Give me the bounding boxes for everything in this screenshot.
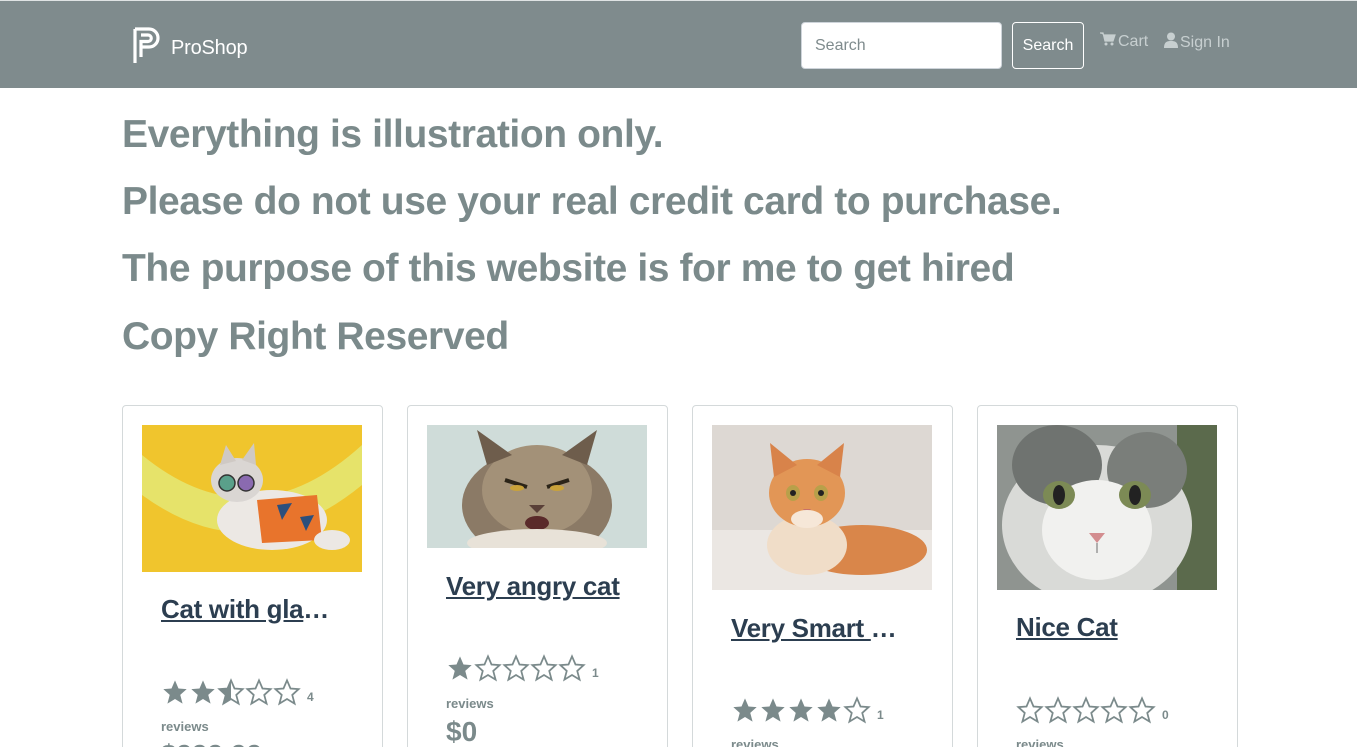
star-empty-icon — [1016, 696, 1044, 729]
notice-heading: Copy Right Reserved — [122, 315, 509, 358]
product-rating: 4 — [161, 678, 314, 711]
star-full-icon — [815, 696, 843, 729]
sign-in-link[interactable]: Sign In — [1164, 32, 1230, 53]
product-title-link[interactable]: Very angry cat — [446, 571, 626, 602]
search-input[interactable] — [801, 22, 1002, 69]
reviews-label: reviews — [161, 719, 209, 734]
brand-link[interactable]: ProShop — [133, 27, 248, 70]
product-card: Very angry cat 1 reviews $0 — [407, 405, 668, 747]
product-title-link[interactable]: Nice Cat — [1016, 612, 1196, 643]
product-card: Cat with glasses 4 reviews $999.99 — [122, 405, 383, 747]
product-card: Very Smart Cat 1 reviews — [692, 405, 953, 747]
product-image[interactable] — [142, 425, 362, 572]
product-card: Nice Cat 0 reviews — [977, 405, 1238, 747]
star-empty-icon — [474, 654, 502, 687]
user-icon — [1164, 32, 1178, 53]
product-image[interactable] — [427, 425, 647, 548]
star-empty-icon — [843, 696, 871, 729]
product-title-link[interactable]: Cat with glasses — [161, 594, 341, 625]
star-full-icon — [446, 654, 474, 687]
star-empty-icon — [502, 654, 530, 687]
sign-in-label: Sign In — [1180, 33, 1230, 51]
product-rating: 1 — [731, 696, 884, 729]
product-image[interactable] — [997, 425, 1217, 590]
cart-label: Cart — [1118, 32, 1149, 50]
star-full-icon — [759, 696, 787, 729]
star-half-icon — [217, 678, 245, 711]
brand-name: ProShop — [171, 37, 248, 59]
star-empty-icon — [1128, 696, 1156, 729]
product-image[interactable] — [712, 425, 932, 590]
star-full-icon — [161, 678, 189, 711]
notice-heading: Everything is illustration only. — [122, 113, 664, 156]
star-empty-icon — [558, 654, 586, 687]
star-empty-icon — [530, 654, 558, 687]
cart-link[interactable]: Cart — [1100, 32, 1148, 51]
star-empty-icon — [1100, 696, 1128, 729]
review-count: 0 — [1162, 707, 1169, 722]
star-empty-icon — [273, 678, 301, 711]
review-count: 4 — [307, 689, 314, 704]
product-rating: 0 — [1016, 696, 1169, 729]
star-full-icon — [731, 696, 759, 729]
product-price: $999.99 — [161, 739, 262, 747]
star-empty-icon — [1072, 696, 1100, 729]
reviews-label: reviews — [731, 737, 779, 747]
star-full-icon — [787, 696, 815, 729]
star-full-icon — [189, 678, 217, 711]
search-button[interactable]: Search — [1012, 22, 1084, 69]
review-count: 1 — [592, 665, 599, 680]
product-rating: 1 — [446, 654, 599, 687]
star-empty-icon — [1044, 696, 1072, 729]
notice-heading: The purpose of this website is for me to… — [122, 247, 1015, 290]
shopping-cart-icon — [1100, 32, 1116, 51]
product-price: $0 — [446, 716, 478, 747]
reviews-label: reviews — [1016, 737, 1064, 747]
proshop-logo-icon — [133, 27, 163, 70]
notice-heading: Please do not use your real credit card … — [122, 180, 1062, 223]
reviews-label: reviews — [446, 696, 494, 711]
review-count: 1 — [877, 707, 884, 722]
star-empty-icon — [245, 678, 273, 711]
product-title-link[interactable]: Very Smart Cat — [731, 613, 911, 644]
top-navbar: ProShop Search Cart Sign In — [0, 0, 1357, 88]
